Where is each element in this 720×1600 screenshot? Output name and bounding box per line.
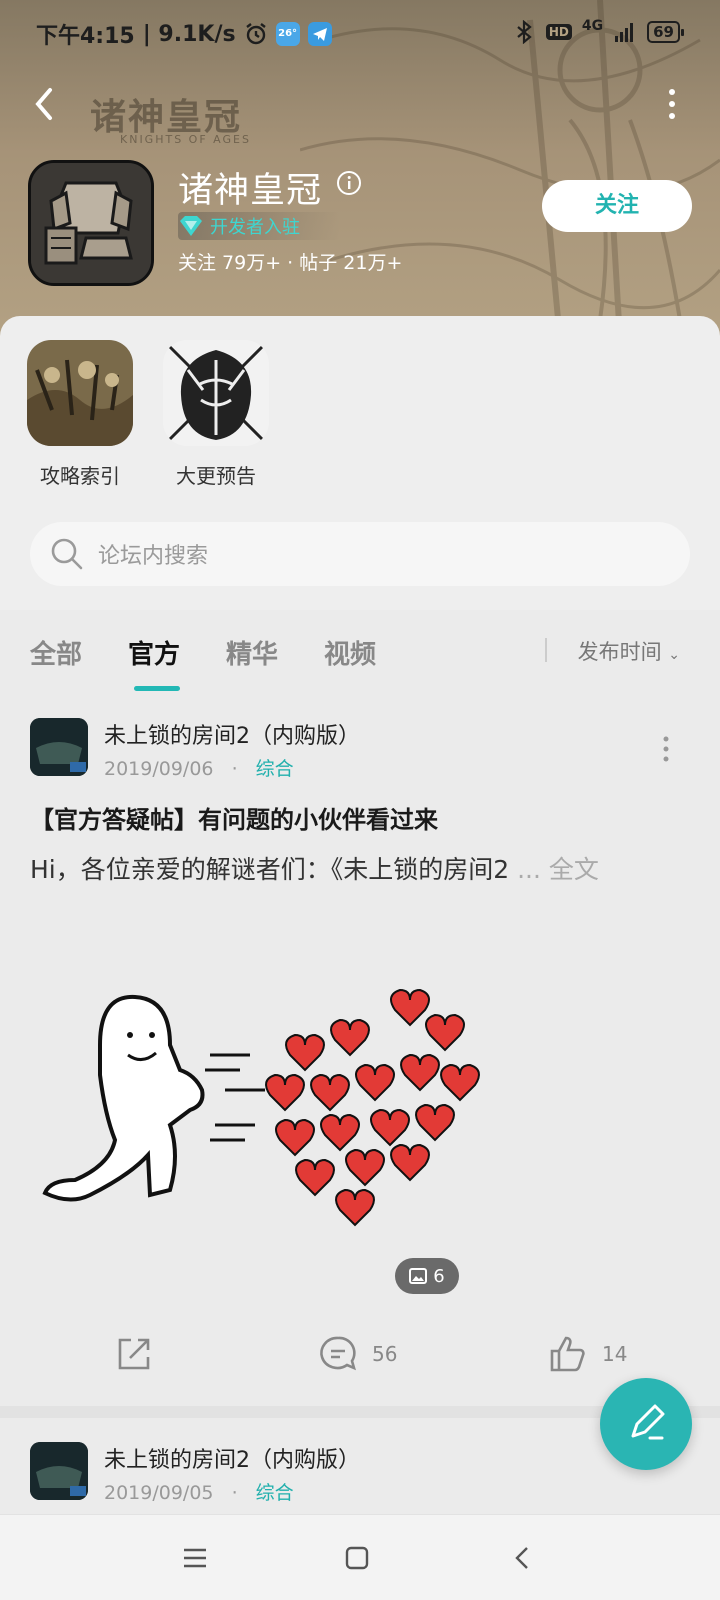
hd-icon: HD xyxy=(545,24,572,40)
share-icon xyxy=(118,1338,150,1370)
telegram-icon xyxy=(307,22,332,46)
update-preview-thumbnail xyxy=(163,340,269,446)
search-icon xyxy=(51,538,83,570)
more-options-button[interactable] xyxy=(664,88,680,120)
shortcut-label: 攻略索引 xyxy=(40,464,120,488)
comment-icon xyxy=(320,1336,357,1371)
post-category[interactable]: 综合 xyxy=(256,758,294,780)
clock: 下午4:15 xyxy=(36,24,135,49)
system-navigation-bar xyxy=(0,1514,720,1600)
info-icon[interactable] xyxy=(336,170,362,196)
forum-search-bar[interactable]: 论坛内搜索 xyxy=(30,522,690,586)
sort-dropdown[interactable]: 发布时间 ⌄ xyxy=(578,636,680,666)
chevron-down-icon: ⌄ xyxy=(668,647,680,663)
sort-divider xyxy=(545,638,547,662)
post-meta: 2019/09/06 · 综合 xyxy=(104,754,294,781)
post-title[interactable]: 【官方答疑帖】有问题的小伙伴看过来 xyxy=(30,800,438,835)
dot-separator: · xyxy=(231,1482,238,1504)
armor-icon xyxy=(31,163,151,283)
share-button[interactable] xyxy=(114,1334,154,1374)
weather-icon: 26° xyxy=(275,22,300,46)
search-placeholder: 论坛内搜索 xyxy=(98,544,209,569)
pen-icon xyxy=(631,1404,665,1440)
shortcut-update-preview[interactable]: 大更预告 xyxy=(162,340,270,489)
tab-featured[interactable]: 精华 xyxy=(226,634,278,671)
diamond-icon xyxy=(180,216,202,236)
like-count: 14 xyxy=(602,1342,628,1366)
image-count-badge: 6 xyxy=(395,1258,459,1294)
post-more-icon[interactable] xyxy=(662,736,670,762)
battery-icon: 69 xyxy=(647,21,684,43)
game-banner-subtitle: KNIGHTS OF AGES xyxy=(120,133,251,146)
image-icon xyxy=(409,1268,428,1284)
status-bar: 下午4:15 | 9.1K/s 26° HD 4G 69 xyxy=(0,0,720,66)
developer-badge: 开发者入驻 xyxy=(178,212,340,240)
excerpt-text: Hi，各位亲爱的解谜者们：《未上锁的房间2 xyxy=(30,855,510,884)
shortcut-label: 大更预告 xyxy=(176,464,256,488)
post-author-name[interactable]: 未上锁的房间2（内购版） xyxy=(104,1442,360,1474)
post-image[interactable] xyxy=(30,895,690,1295)
tab-video[interactable]: 视频 xyxy=(324,634,376,671)
post-category[interactable]: 综合 xyxy=(256,1482,294,1504)
post-author-name[interactable]: 未上锁的房间2（内购版） xyxy=(104,718,360,750)
back-button[interactable] xyxy=(26,84,66,124)
post-date: 2019/09/06 xyxy=(104,758,214,780)
active-tab-indicator xyxy=(134,686,180,691)
follow-button[interactable]: 关注 xyxy=(542,180,692,232)
dot-separator: · xyxy=(231,758,238,780)
compose-post-button[interactable] xyxy=(600,1378,692,1470)
network-type: 4G xyxy=(581,18,604,34)
shortcut-guide-index[interactable]: 攻略索引 xyxy=(26,340,134,489)
post-date: 2019/09/05 xyxy=(104,1482,214,1504)
guide-index-thumbnail xyxy=(27,340,133,446)
menu-icon[interactable] xyxy=(178,1541,212,1575)
tab-all[interactable]: 全部 xyxy=(30,634,82,671)
thumbs-up-icon xyxy=(550,1336,585,1372)
tab-official[interactable]: 官方 xyxy=(128,634,180,671)
sort-label: 发布时间 xyxy=(577,640,662,664)
comment-button[interactable]: 56 xyxy=(318,1334,397,1374)
comment-count: 56 xyxy=(372,1342,398,1366)
developer-badge-label: 开发者入驻 xyxy=(210,217,300,238)
network-speed: | 9.1K/s xyxy=(142,21,236,47)
forum-stats: 关注 79万+ · 帖子 21万+ xyxy=(178,252,403,274)
signal-icon xyxy=(615,23,634,42)
bluetooth-icon xyxy=(517,20,532,44)
forum-title: 诸神皇冠 xyxy=(178,171,323,211)
app-icon[interactable] xyxy=(28,160,154,286)
like-button[interactable]: 14 xyxy=(548,1334,627,1374)
alarm-icon xyxy=(245,23,266,45)
post-author-avatar[interactable] xyxy=(30,1442,88,1500)
image-count: 6 xyxy=(433,1265,445,1287)
post-meta: 2019/09/05 · 综合 xyxy=(104,1478,294,1505)
back-icon[interactable] xyxy=(506,1541,540,1575)
read-more-link[interactable]: ... 全文 xyxy=(517,855,599,884)
home-icon[interactable] xyxy=(340,1541,374,1575)
post-excerpt[interactable]: Hi，各位亲爱的解谜者们：《未上锁的房间2 ... 全文 xyxy=(30,850,599,886)
post-author-avatar[interactable] xyxy=(30,718,88,776)
